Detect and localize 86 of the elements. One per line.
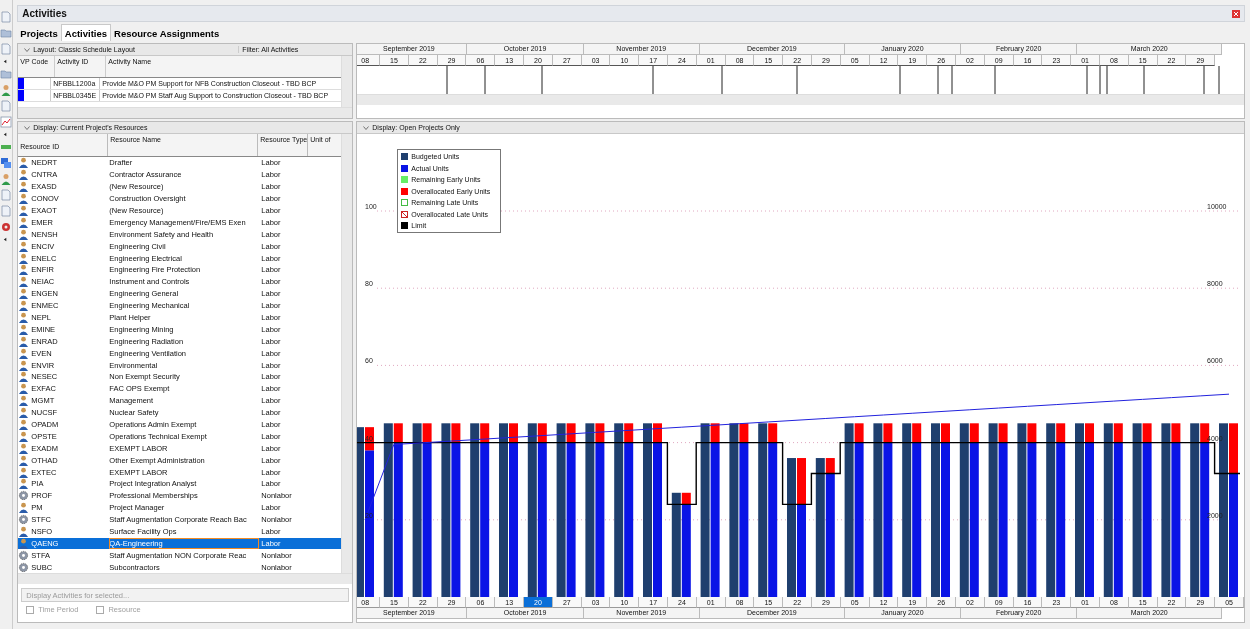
- person-icon: [18, 407, 30, 419]
- gear-icon[interactable]: [0, 221, 13, 233]
- person-icon: [18, 430, 30, 442]
- overallocation-bar: [1085, 423, 1095, 443]
- overallocation-bar: [710, 423, 720, 443]
- person-icon: [18, 228, 30, 240]
- overallocation-bar: [682, 492, 692, 505]
- overallocation-bar: [1056, 423, 1066, 443]
- close-icon[interactable]: [1232, 9, 1240, 18]
- caret-icon[interactable]: [24, 125, 31, 130]
- document-icon[interactable]: [0, 100, 13, 112]
- overallocation-bar: [970, 423, 980, 443]
- person-icon: [18, 454, 30, 466]
- overallocation-bar: [1114, 423, 1124, 443]
- document-icon[interactable]: [0, 189, 13, 201]
- tab[interactable]: Activities: [60, 24, 112, 41]
- person-icon: [18, 502, 30, 514]
- overallocation-bar: [912, 423, 922, 443]
- chart-icon[interactable]: [0, 116, 13, 128]
- overallocation-bar: [883, 423, 893, 443]
- person-icon: [18, 537, 30, 549]
- overallocation-bar: [595, 423, 605, 443]
- person-icon: [18, 419, 30, 431]
- overallocation-bar: [941, 423, 951, 443]
- person-icon: [18, 193, 30, 205]
- person-icon: [18, 395, 30, 407]
- vertical-scrollbar[interactable]: [341, 134, 353, 574]
- tab[interactable]: Projects: [17, 26, 61, 41]
- person-icon: [18, 157, 30, 169]
- person-icon: [18, 466, 30, 478]
- caret-icon[interactable]: [24, 47, 31, 52]
- person-icon: [18, 205, 30, 216]
- tab[interactable]: Resource Assignments: [111, 26, 223, 41]
- person-icon: [18, 216, 30, 228]
- person-icon: [18, 371, 30, 383]
- person-icon: [18, 335, 30, 347]
- person-icon: [18, 442, 30, 454]
- overallocation-bar: [854, 423, 864, 443]
- window-title: Activities: [22, 8, 67, 19]
- overallocation-bar: [394, 423, 404, 443]
- person-icon: [18, 383, 30, 395]
- overallocation-bar: [624, 423, 634, 443]
- overallocation-bar: [509, 423, 519, 443]
- overallocation-bar: [797, 458, 807, 505]
- person-icon: [18, 240, 30, 252]
- overallocation-bar: [451, 423, 461, 443]
- arrow-icon[interactable]: [3, 132, 8, 137]
- overallocation-bar: [998, 423, 1008, 443]
- overallocation-bar: [1171, 423, 1181, 443]
- person-icon[interactable]: [0, 173, 13, 185]
- horizontal-scrollbar[interactable]: [18, 107, 353, 118]
- document-icon[interactable]: [0, 11, 13, 23]
- overallocation-bar: [1229, 423, 1239, 474]
- person-icon: [18, 478, 30, 490]
- person-icon: [18, 323, 30, 335]
- overallocation-bar: [538, 423, 548, 443]
- overallocation-bar: [826, 458, 836, 474]
- overallocation-bar: [1027, 423, 1037, 443]
- vertical-scrollbar[interactable]: [341, 56, 353, 107]
- person-icon: [18, 252, 30, 264]
- person-icon: [18, 300, 30, 312]
- person-icon: [18, 347, 30, 359]
- overallocation-bar: [365, 427, 375, 451]
- caret-icon[interactable]: [363, 125, 370, 130]
- horizontal-scrollbar[interactable]: [18, 573, 353, 585]
- person-icon: [18, 169, 30, 181]
- folder-icon[interactable]: [0, 27, 13, 39]
- person-icon: [18, 181, 30, 193]
- overallocation-bar: [422, 423, 432, 443]
- person-icon: [18, 276, 30, 288]
- arrow-icon[interactable]: [3, 237, 8, 242]
- layers-icon[interactable]: [0, 157, 13, 169]
- overallocation-bar: [768, 423, 778, 443]
- person-icon: [18, 288, 30, 300]
- overallocation-bar: [480, 423, 490, 443]
- person-icon: [18, 359, 30, 371]
- horizontal-scrollbar[interactable]: [357, 94, 1244, 105]
- overallocation-bar: [1142, 423, 1152, 443]
- arrow-icon[interactable]: [3, 59, 8, 64]
- person-icon: [18, 264, 30, 276]
- overallocation-bar: [566, 423, 576, 443]
- overallocation-bar: [653, 423, 663, 443]
- person-icon: [18, 526, 30, 538]
- person-icon: [18, 312, 30, 323]
- person-icon[interactable]: [0, 84, 13, 96]
- overallocation-bar: [739, 423, 749, 443]
